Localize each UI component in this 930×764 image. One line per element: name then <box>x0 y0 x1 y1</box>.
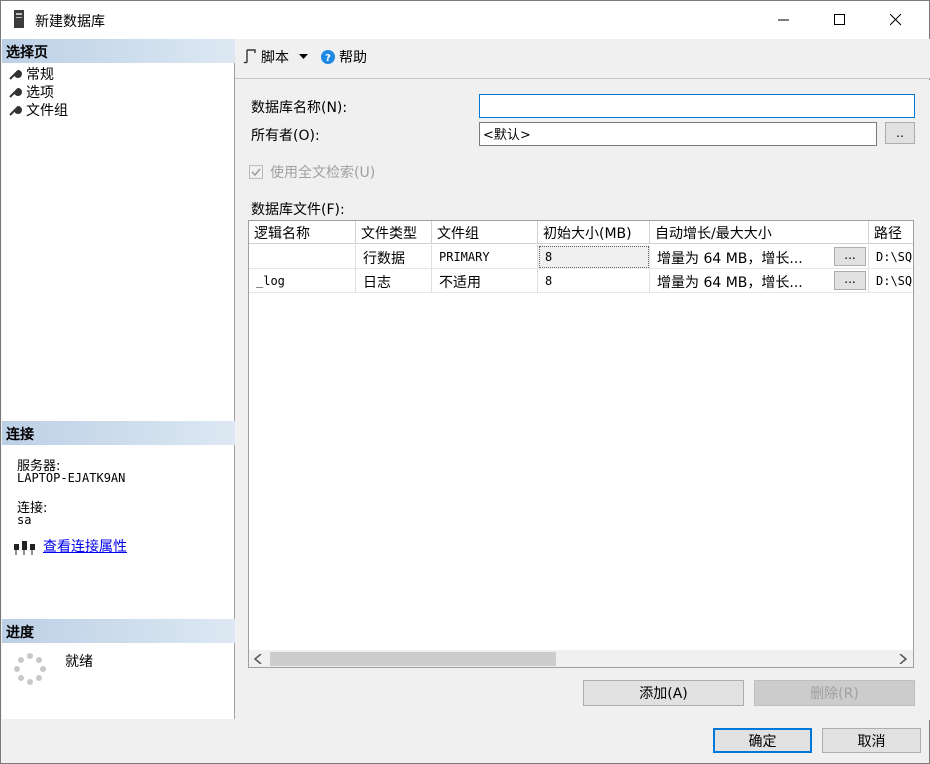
help-label: 帮助 <box>339 50 367 66</box>
table-row[interactable]: _log 日志 不适用 8 增量为 64 MB，增长... ... D:\SQ <box>249 269 913 293</box>
scroll-right-icon[interactable] <box>899 654 907 664</box>
add-button[interactable]: 添加(A) <box>583 680 744 706</box>
connection-properties-icon <box>14 541 35 555</box>
select-page-header: 选择页 <box>2 39 235 63</box>
script-button[interactable]: 脚本 <box>243 47 309 67</box>
fulltext-checkbox[interactable]: 使用全文检索(U) <box>249 162 375 182</box>
database-files-grid[interactable]: 逻辑名称 文件类型 文件组 初始大小(MB) 自动增长/最大大小 路径 行数据 … <box>248 220 914 668</box>
maximize-icon <box>834 14 845 25</box>
view-connection-properties-link[interactable]: 查看连接属性 <box>43 536 127 556</box>
connection-header: 连接 <box>2 421 235 445</box>
fulltext-label: 使用全文检索(U) <box>270 165 376 181</box>
page-item-label: 常规 <box>26 67 54 83</box>
server-value: LAPTOP-EJATK9AN <box>17 471 126 485</box>
script-label: 脚本 <box>261 50 289 66</box>
close-button[interactable] <box>873 1 919 39</box>
help-icon: ? <box>321 50 335 64</box>
autogrowth-text: 增量为 64 MB，增长... <box>657 275 803 291</box>
progress-status: 就绪 <box>65 654 93 670</box>
grid-header: 逻辑名称 文件类型 文件组 初始大小(MB) 自动增长/最大大小 路径 <box>249 221 913 244</box>
cell-file-type[interactable]: 日志 <box>356 269 432 293</box>
column-header-path[interactable]: 路径 <box>869 221 913 244</box>
page-item-general[interactable]: 常规 <box>8 65 54 83</box>
column-header-autogrowth[interactable]: 自动增长/最大大小 <box>650 221 869 244</box>
database-app-icon <box>14 10 24 28</box>
horizontal-scrollbar[interactable] <box>249 650 913 667</box>
owner-browse-button[interactable]: .. <box>885 122 915 144</box>
db-name-input[interactable] <box>479 94 915 118</box>
scrollbar-thumb[interactable] <box>270 652 556 666</box>
page-item-label: 文件组 <box>26 103 68 119</box>
left-panel: 选择页 常规 选项 文件组 连接 服务器: LAPTOP-EJATK9AN 连接… <box>2 39 235 719</box>
column-header-filegroup[interactable]: 文件组 <box>432 221 538 244</box>
db-files-label: 数据库文件(F): <box>251 202 345 218</box>
cell-initial-size[interactable]: 8 <box>538 269 650 293</box>
autogrowth-browse-button[interactable]: ... <box>834 271 866 290</box>
cell-logical-name[interactable] <box>249 245 356 269</box>
help-button[interactable]: ? 帮助 <box>321 47 367 67</box>
cancel-button[interactable]: 取消 <box>822 728 921 753</box>
close-icon <box>890 14 902 26</box>
scroll-left-icon[interactable] <box>254 654 262 664</box>
cell-logical-name[interactable]: _log <box>249 269 356 293</box>
autogrowth-text: 增量为 64 MB，增长... <box>657 251 803 267</box>
cell-filegroup[interactable]: 不适用 <box>432 269 538 293</box>
page-item-filegroups[interactable]: 文件组 <box>8 101 68 119</box>
cell-path[interactable]: D:\SQ <box>869 269 913 293</box>
general-page-content: 数据库名称(N): 所有者(O): <默认> .. 使用全文检索(U) 数据库文… <box>235 80 930 720</box>
script-icon <box>243 49 256 64</box>
progress-spinner-icon <box>14 653 46 685</box>
column-header-logical-name[interactable]: 逻辑名称 <box>249 221 356 244</box>
page-item-options[interactable]: 选项 <box>8 83 54 101</box>
cell-filegroup[interactable]: PRIMARY <box>432 245 538 269</box>
checkbox-checked-icon <box>249 165 263 179</box>
page-item-label: 选项 <box>26 85 54 101</box>
wrench-icon <box>9 105 22 116</box>
connection-value: sa <box>17 513 32 527</box>
new-database-dialog: 新建数据库 选择页 常规 选项 文件组 连接 服务器: LAPTOP-EJATK… <box>0 0 930 764</box>
cell-initial-size[interactable]: 8 <box>538 245 650 269</box>
title-bar: 新建数据库 <box>1 1 929 39</box>
wrench-icon <box>9 87 22 98</box>
column-header-initial-size[interactable]: 初始大小(MB) <box>538 221 650 244</box>
cell-file-type[interactable]: 行数据 <box>356 245 432 269</box>
dropdown-arrow-icon[interactable] <box>299 53 309 61</box>
window-title: 新建数据库 <box>35 14 105 30</box>
autogrowth-browse-button[interactable]: ... <box>834 247 866 266</box>
progress-header: 进度 <box>2 619 235 643</box>
toolbar: 脚本 ? 帮助 <box>235 39 930 79</box>
maximize-button[interactable] <box>817 1 863 39</box>
column-header-file-type[interactable]: 文件类型 <box>356 221 432 244</box>
remove-button[interactable]: 删除(R) <box>754 680 915 706</box>
owner-field[interactable]: <默认> <box>479 122 877 146</box>
owner-label: 所有者(O): <box>251 128 320 144</box>
db-name-label: 数据库名称(N): <box>251 100 348 116</box>
svg-text:?: ? <box>325 53 331 64</box>
ok-button[interactable]: 确定 <box>713 728 812 753</box>
table-row[interactable]: 行数据 PRIMARY 8 增量为 64 MB，增长... ... D:\SQ <box>249 245 913 269</box>
cell-path[interactable]: D:\SQ <box>869 245 913 269</box>
minimize-icon <box>778 19 789 21</box>
wrench-icon <box>9 69 22 80</box>
minimize-button[interactable] <box>761 1 807 39</box>
